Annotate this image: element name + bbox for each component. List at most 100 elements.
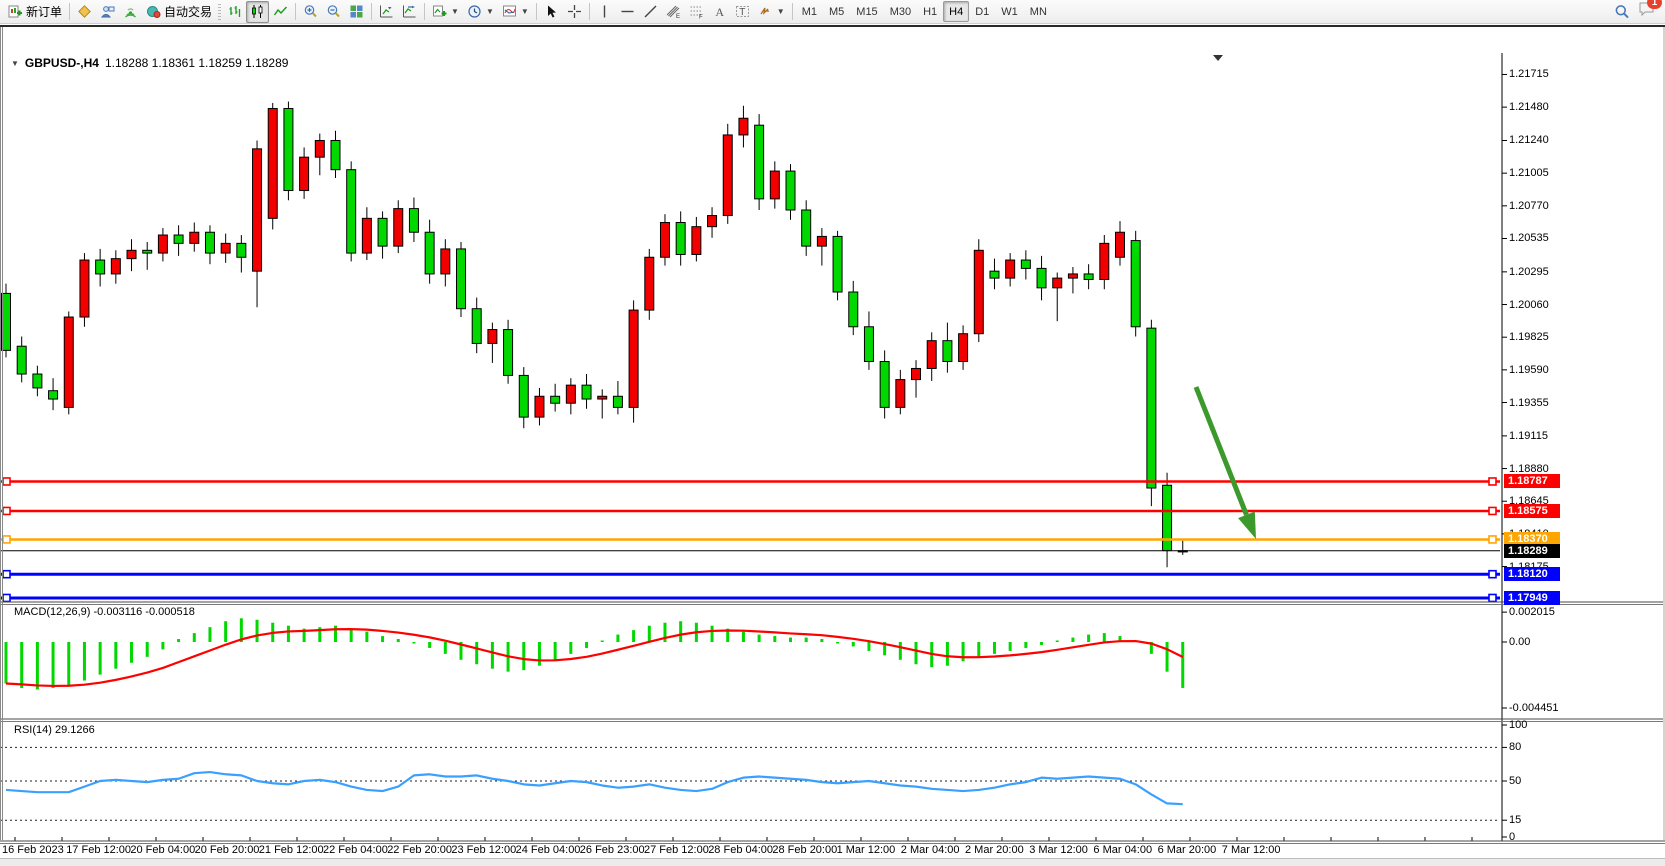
symbol-dropdown-arrow[interactable]: ▼ [11, 59, 19, 68]
price-tick-label: 1.21715 [1509, 67, 1549, 81]
date-axis[interactable]: 16 Feb 202317 Feb 12:0020 Feb 04:0020 Fe… [0, 844, 1665, 858]
vertical-line-icon [597, 4, 612, 19]
chart-shift-icon [379, 4, 394, 19]
new-chart-dropdown[interactable]: ▼ [428, 1, 463, 23]
equidistant-channel-icon: E [666, 4, 681, 19]
toolbar-separator [589, 3, 590, 20]
date-tick-label: 3 Mar 12:00 [1029, 844, 1088, 856]
trendline-button[interactable] [639, 1, 662, 23]
date-tick-label: 28 Feb 04:00 [708, 844, 773, 856]
equidistant-channel-button[interactable]: E [662, 1, 685, 23]
date-tick-label: 17 Feb 12:00 [66, 844, 131, 856]
date-tick-label: 1 Mar 12:00 [837, 844, 896, 856]
zoom-out-icon [326, 4, 341, 19]
date-tick-label: 28 Feb 20:00 [772, 844, 837, 856]
horizontal-line-button[interactable] [616, 1, 639, 23]
cursor-button[interactable] [540, 1, 563, 23]
hline-price-tag: 1.17949 [1504, 591, 1560, 605]
zoom-out-button[interactable] [322, 1, 345, 23]
cursor-icon [544, 4, 559, 19]
arrow-shapes-dropdown[interactable]: ▼ [754, 1, 789, 23]
date-tick-label: 27 Feb 12:00 [644, 844, 709, 856]
rsi-scale-label: 100 [1509, 718, 1527, 732]
timeframe-button-M5[interactable]: M5 [823, 1, 850, 22]
price-tick-label: 1.21005 [1509, 166, 1549, 180]
history-center-button[interactable] [73, 1, 96, 23]
crosshair-button[interactable] [563, 1, 586, 23]
price-tick-label: 1.19115 [1509, 429, 1548, 443]
text-label-button[interactable]: T [731, 1, 754, 23]
date-tick-label: 21 Feb 12:00 [259, 844, 324, 856]
rsi-scale-label: 50 [1509, 774, 1521, 788]
candlestick-chart-button[interactable] [246, 1, 269, 23]
experts-icon [100, 4, 115, 19]
bar-chart-icon [227, 4, 242, 19]
experts-button[interactable] [96, 1, 119, 23]
timeframe-button-M1[interactable]: M1 [796, 1, 823, 22]
tile-windows-button[interactable] [345, 1, 368, 23]
date-tick-label: 6 Mar 20:00 [1158, 844, 1217, 856]
indicators-dropdown[interactable]: ▼ [498, 1, 533, 23]
timeframes-dropdown[interactable]: ▼ [463, 1, 498, 23]
text-label-icon: T [735, 4, 750, 19]
crosshair-icon [567, 4, 582, 19]
date-tick-label: 24 Feb 04:00 [516, 844, 581, 856]
price-tick-label: 1.20295 [1509, 265, 1549, 279]
timeframe-button-H4[interactable]: H4 [943, 1, 969, 22]
arrow-shapes-icon [758, 4, 773, 19]
ohlc-values: 1.18288 1.18361 1.18259 1.18289 [105, 56, 289, 70]
new-order-button[interactable]: 新订单 [4, 1, 66, 23]
rsi-scale-label: 15 [1509, 813, 1521, 827]
vertical-line-button[interactable] [593, 1, 616, 23]
chart-canvas[interactable] [0, 25, 1665, 865]
bar-chart-button[interactable] [223, 1, 246, 23]
autotrading-button[interactable]: 自动交易 [142, 1, 216, 23]
signals-icon [123, 4, 138, 19]
toolbar-separator [371, 3, 372, 20]
macd-scale-zero: 0.00 [1509, 635, 1530, 649]
timeframe-button-M15[interactable]: M15 [850, 1, 883, 22]
toolbar-separator [424, 3, 425, 20]
timeframe-button-D1[interactable]: D1 [969, 1, 995, 22]
zoom-in-icon [303, 4, 318, 19]
new-order-label: 新订单 [26, 3, 62, 20]
chevron-down-icon: ▼ [451, 7, 459, 16]
chart-window-border [0, 25, 1665, 27]
macd-main-value: -0.003116 [93, 606, 142, 618]
timeframe-button-W1[interactable]: W1 [995, 1, 1024, 22]
price-tick-label: 1.19355 [1509, 396, 1549, 410]
signals-button[interactable] [119, 1, 142, 23]
timeframe-button-MN[interactable]: MN [1024, 1, 1053, 22]
hline-price-tag: 1.18787 [1504, 474, 1560, 488]
fibonacci-icon: F [689, 4, 704, 19]
fibonacci-button[interactable]: F [685, 1, 708, 23]
text-button[interactable]: A [708, 1, 731, 23]
timeframe-button-H1[interactable]: H1 [917, 1, 943, 22]
rsi-scale-label: 0 [1509, 830, 1515, 844]
chart-shift-button[interactable] [375, 1, 398, 23]
date-tick-label: 16 Feb 2023 [2, 844, 64, 856]
hline-price-tag: 1.18575 [1504, 504, 1560, 518]
search-icon[interactable] [1614, 4, 1630, 20]
chart-autoscroll-icon [402, 4, 417, 19]
rsi-scale-label: 80 [1509, 740, 1521, 754]
svg-text:T: T [739, 7, 745, 18]
chart-autoscroll-button[interactable] [398, 1, 421, 23]
chat-button[interactable]: 1 [1638, 1, 1655, 22]
date-tick-label: 23 Feb 12:00 [451, 844, 516, 856]
date-tick-label: 20 Feb 20:00 [195, 844, 260, 856]
zoom-in-button[interactable] [299, 1, 322, 23]
new-chart-icon [432, 4, 447, 19]
line-chart-button[interactable] [269, 1, 292, 23]
macd-signal-value: -0.000518 [145, 606, 195, 618]
autotrading-label: 自动交易 [164, 3, 212, 20]
chevron-down-icon: ▼ [486, 7, 494, 16]
date-tick-label: 26 Feb 23:00 [580, 844, 645, 856]
macd-scale-min: -0.004451 [1509, 701, 1559, 715]
timeframe-button-M30[interactable]: M30 [884, 1, 917, 22]
date-tick-label: 2 Mar 04:00 [901, 844, 960, 856]
chart-window-border [0, 27, 3, 840]
macd-scale-max: 0.002015 [1509, 605, 1555, 619]
current-price-tag: 1.18289 [1504, 544, 1560, 558]
price-tick-label: 1.19825 [1509, 330, 1549, 344]
